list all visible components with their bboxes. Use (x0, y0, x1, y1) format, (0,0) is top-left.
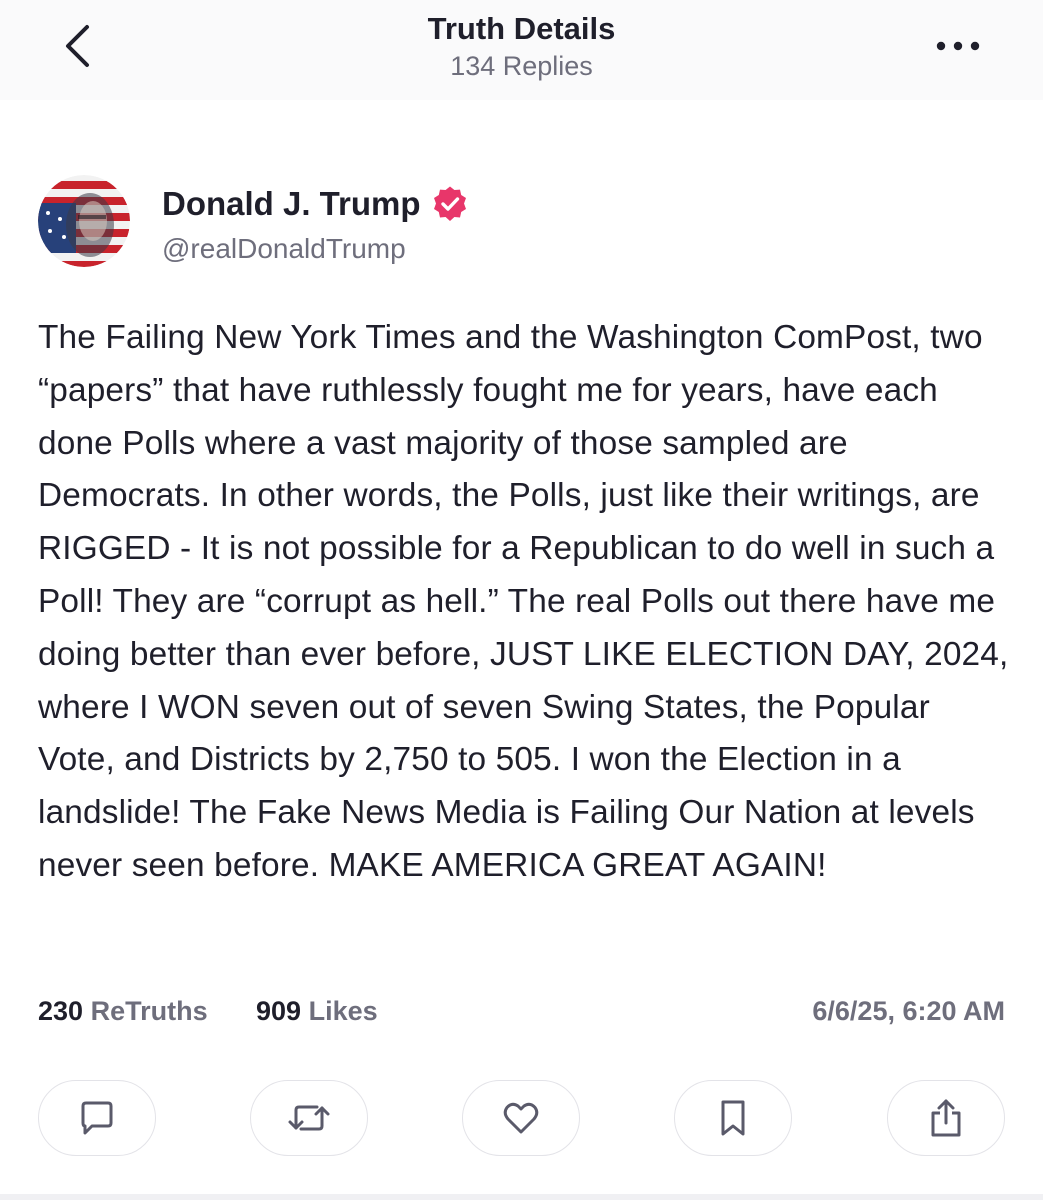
share-button[interactable] (887, 1080, 1005, 1156)
like-icon (503, 1102, 539, 1134)
likes-count: 909 (256, 996, 302, 1026)
avatar-image (38, 175, 130, 267)
more-horizontal-icon (936, 41, 980, 51)
reply-button[interactable] (38, 1080, 156, 1156)
post-stats: 230 ReTruths 909 Likes 6/6/25, 6:20 AM (38, 996, 1005, 1036)
avatar[interactable] (38, 175, 130, 267)
post-body: The Failing New York Times and the Washi… (38, 319, 1009, 884)
more-options-button[interactable] (930, 26, 986, 66)
retruth-button[interactable] (250, 1080, 368, 1156)
retruths-stat[interactable]: 230 ReTruths (38, 996, 208, 1027)
bottom-divider (0, 1194, 1043, 1200)
header-title-group: Truth Details 134 Replies (0, 10, 1043, 83)
like-button[interactable] (462, 1080, 580, 1156)
author-name[interactable]: Donald J. Trump (162, 185, 421, 223)
retruths-count: 230 (38, 996, 84, 1026)
reply-icon (81, 1101, 113, 1135)
retruth-icon (288, 1105, 330, 1131)
page-title: Truth Details (427, 11, 616, 46)
verified-badge-icon (431, 185, 469, 223)
author-handle[interactable]: @realDonaldTrump (162, 233, 406, 265)
replies-count[interactable]: 134 Replies (0, 49, 1043, 83)
likes-stat[interactable]: 909 Likes (256, 996, 378, 1027)
retruths-label: ReTruths (90, 996, 208, 1026)
share-icon (931, 1099, 961, 1137)
action-bar (38, 1080, 1005, 1158)
likes-label: Likes (308, 996, 378, 1026)
top-bar: Truth Details 134 Replies (0, 0, 1043, 100)
post-timestamp: 6/6/25, 6:20 AM (812, 996, 1005, 1026)
bookmark-button[interactable] (674, 1080, 792, 1156)
bookmark-icon (721, 1100, 745, 1136)
author-name-row: Donald J. Trump (162, 182, 469, 226)
